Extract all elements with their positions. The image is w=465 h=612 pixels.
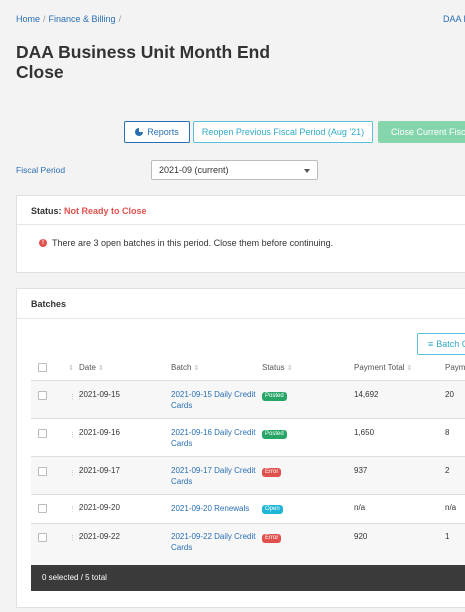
status-badge: Error bbox=[262, 468, 282, 477]
status-label: Status: bbox=[31, 206, 62, 216]
chevron-down-icon bbox=[304, 169, 310, 173]
row-payment-total: 14,692 bbox=[354, 390, 379, 399]
row-date: 2021-09-22 bbox=[79, 532, 120, 541]
column-header-date[interactable]: Date ⇕ bbox=[79, 363, 104, 372]
row-batch-link[interactable]: 2021-09-17 Daily Credit Cards bbox=[171, 465, 256, 487]
row-checkbox[interactable] bbox=[38, 504, 47, 513]
close-period-button[interactable]: Close Current Fiscal Period bbox=[378, 121, 465, 143]
row-date: 2021-09-20 bbox=[79, 503, 120, 512]
divider bbox=[17, 318, 465, 319]
alert-icon: ! bbox=[39, 239, 47, 247]
row-payment-total: 920 bbox=[354, 532, 368, 541]
row-payments: n/a bbox=[445, 503, 457, 512]
row-checkbox[interactable] bbox=[38, 533, 47, 542]
table-row[interactable]: ⋮⋮ 2021-09-22 2021-09-22 Daily Credit Ca… bbox=[31, 523, 465, 565]
row-payment-total: n/a bbox=[354, 503, 366, 512]
status-message-text: There are 3 open batches in this period.… bbox=[52, 238, 334, 248]
column-header-payments[interactable]: Payments bbox=[445, 363, 465, 372]
batch-close-label: Batch Close bbox=[436, 339, 465, 349]
batches-title: Batches bbox=[31, 299, 67, 309]
row-batch-link[interactable]: 2021-09-22 Daily Credit Cards bbox=[171, 531, 256, 553]
business-unit-link[interactable]: DAA B bbox=[443, 14, 465, 24]
fiscal-period-value: 2021-09 (current) bbox=[159, 165, 229, 175]
list-icon: ≡ bbox=[428, 339, 434, 349]
row-payment-total: 1,650 bbox=[354, 428, 375, 437]
status-badge: Error bbox=[262, 534, 282, 543]
breadcrumb-finance[interactable]: Finance & Billing bbox=[49, 14, 116, 24]
row-date: 2021-09-17 bbox=[79, 466, 120, 475]
table-row[interactable]: ⋮⋮ 2021-09-17 2021-09-17 Daily Credit Ca… bbox=[31, 456, 465, 494]
row-payments: 2 bbox=[445, 466, 450, 475]
row-checkbox[interactable] bbox=[38, 467, 47, 476]
column-header-payment-total[interactable]: Payment Total ⇕ bbox=[354, 363, 412, 372]
breadcrumb-separator: / bbox=[118, 14, 122, 24]
status-message: ! There are 3 open batches in this perio… bbox=[39, 238, 333, 248]
row-payment-total: 937 bbox=[354, 466, 368, 475]
row-checkbox[interactable] bbox=[38, 391, 47, 400]
reopen-period-button[interactable]: Reopen Previous Fiscal Period (Aug '21) bbox=[193, 121, 373, 143]
status-badge: Posted bbox=[262, 430, 287, 439]
selection-footer: 0 selected / 5 total bbox=[31, 565, 465, 591]
pie-chart-icon bbox=[135, 128, 144, 136]
row-batch-link[interactable]: 2021-09-20 Renewals bbox=[171, 503, 249, 514]
page-title: DAA Business Unit Month End Close bbox=[16, 42, 271, 82]
breadcrumb-home[interactable]: Home bbox=[16, 14, 40, 24]
breadcrumb: Home / Finance & Billing / bbox=[16, 14, 124, 24]
column-handle-sort[interactable]: ⇕ bbox=[66, 363, 74, 372]
fiscal-period-select[interactable]: 2021-09 (current) bbox=[151, 160, 318, 180]
row-batch-link[interactable]: 2021-09-15 Daily Credit Cards bbox=[171, 389, 256, 411]
column-header-batch[interactable]: Batch ⇕ bbox=[171, 363, 199, 372]
reports-button[interactable]: Reports bbox=[124, 121, 190, 143]
status-badge: Open bbox=[262, 505, 283, 514]
row-batch-link[interactable]: 2021-09-16 Daily Credit Cards bbox=[171, 427, 256, 449]
select-all-checkbox[interactable] bbox=[38, 363, 47, 372]
column-header-status[interactable]: Status ⇕ bbox=[262, 363, 293, 372]
status-card: Status: Not Ready to Close ! There are 3… bbox=[16, 195, 465, 273]
status-badge: Posted bbox=[262, 392, 287, 401]
batch-close-button[interactable]: ≡ Batch Close bbox=[417, 333, 465, 355]
row-date: 2021-09-15 bbox=[79, 390, 120, 399]
breadcrumb-separator: / bbox=[43, 14, 46, 24]
row-payments: 20 bbox=[445, 390, 454, 399]
table-row[interactable]: ⋮⋮ 2021-09-15 2021-09-15 Daily Credit Ca… bbox=[31, 380, 465, 418]
table-row[interactable]: ⋮⋮ 2021-09-16 2021-09-16 Daily Credit Ca… bbox=[31, 418, 465, 456]
fiscal-period-label: Fiscal Period bbox=[16, 165, 66, 175]
row-date: 2021-09-16 bbox=[79, 428, 120, 437]
table-row[interactable]: ⋮⋮ 2021-09-20 2021-09-20 Renewals Open n… bbox=[31, 494, 465, 523]
status-value: Not Ready to Close bbox=[64, 206, 147, 216]
row-payments: 8 bbox=[445, 428, 450, 437]
row-payments: 1 bbox=[445, 532, 450, 541]
row-checkbox[interactable] bbox=[38, 429, 47, 438]
reports-button-label: Reports bbox=[147, 127, 179, 137]
status-header: Status: Not Ready to Close bbox=[17, 196, 465, 225]
